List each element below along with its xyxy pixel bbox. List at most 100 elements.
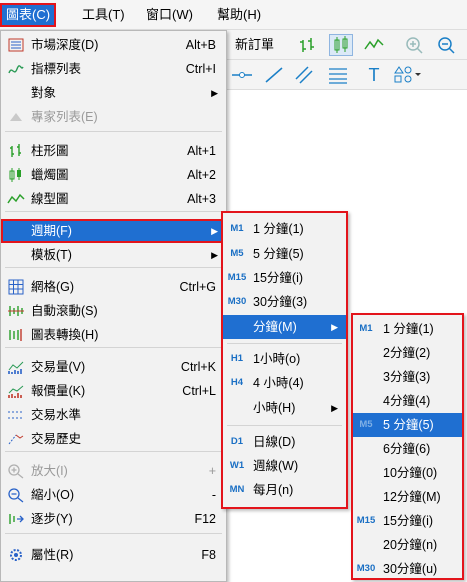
menu-item-label: 市場深度(D)	[31, 38, 99, 52]
menu-item-tick-volume[interactable]: 報價量(K) Ctrl+L	[1, 379, 226, 403]
menu-chart[interactable]: 圖表(C)	[0, 3, 57, 27]
minute-item-0[interactable]: M1 1 分鐘(1)	[353, 317, 462, 341]
period-item-w1[interactable]: W1 週線(W)	[223, 454, 346, 478]
menu-item-chart-shift[interactable]: 圖表轉換(H)	[1, 323, 226, 347]
period-item-h1[interactable]: H1 1小時(o)	[223, 347, 346, 371]
menu-item-indicators[interactable]: 指標列表 Ctrl+I	[1, 57, 226, 81]
minute-item-7[interactable]: 12分鐘(M)	[353, 485, 462, 509]
zoom-in-tool-icon[interactable]	[403, 34, 425, 56]
period-tag: M1	[230, 223, 244, 234]
menu-item-grid[interactable]: 網格(G) Ctrl+G	[1, 275, 226, 299]
menu-item-trade-history[interactable]: 交易歷史	[1, 427, 226, 451]
period-item-m5[interactable]: M5 5 分鐘(5)	[223, 242, 346, 266]
menu-item-bar-chart[interactable]: 柱形圖 Alt+1	[1, 139, 226, 163]
minute-item-label: 3分鐘(3)	[383, 370, 431, 384]
minute-item-2[interactable]: 3分鐘(3)	[353, 365, 462, 389]
menu-item-label: 蠟燭圖	[31, 168, 69, 182]
minute-item-8[interactable]: M15 15分鐘(i)	[353, 509, 462, 533]
line-chart-icon	[7, 191, 25, 207]
period-item-label: 1 分鐘(1)	[253, 222, 304, 236]
volume-icon	[7, 359, 25, 375]
trade-levels-icon	[7, 407, 25, 423]
period-item-mn[interactable]: MN 每月(n)	[223, 478, 346, 502]
menu-item-label: 放大(I)	[31, 464, 68, 478]
menu-item-item-7[interactable]: 週期(F) ▶	[1, 219, 226, 243]
period-tag: M15	[356, 515, 376, 526]
period-item-d1[interactable]: D1 日線(D)	[223, 430, 346, 454]
menu-item-label: 週期(F)	[31, 224, 72, 238]
menu-item-line-chart[interactable]: 線型圖 Alt+3	[1, 187, 226, 211]
minute-item-9[interactable]: 20分鐘(n)	[353, 533, 462, 557]
period-item-h4[interactable]: H4 4 小時(4)	[223, 371, 346, 395]
submenu-arrow-icon: ▶	[211, 88, 218, 98]
menu-item-zoom-in[interactable]: 放大(I) +	[1, 459, 226, 483]
channel-tool-icon[interactable]	[293, 64, 315, 86]
menu-help[interactable]: 幫助(H)	[213, 5, 265, 25]
menu-item-market-depth[interactable]: 市場深度(D) Alt+B	[1, 33, 226, 57]
period-item-label: 15分鐘(i)	[253, 271, 304, 285]
menu-item-properties[interactable]: 屬性(R) F8	[1, 543, 226, 567]
minute-item-3[interactable]: 4分鐘(4)	[353, 389, 462, 413]
shapes-tool-icon[interactable]	[393, 64, 423, 86]
period-tag: W1	[229, 460, 245, 471]
menu-item-item-2[interactable]: 對象 ▶	[1, 81, 226, 105]
period-item-m15[interactable]: M15 15分鐘(i)	[223, 266, 346, 290]
hline-tool-icon[interactable]	[231, 64, 253, 86]
menu-item-label: 交易水準	[31, 408, 82, 422]
candlestick-tool-icon[interactable]	[329, 34, 353, 56]
candlestick-icon	[7, 167, 25, 183]
submenu-arrow-icon: ▶	[331, 403, 338, 413]
menu-item-label: 交易量(V)	[31, 360, 86, 374]
minute-item-1[interactable]: 2分鐘(2)	[353, 341, 462, 365]
menu-item-label: 交易歷史	[31, 432, 82, 446]
menu-item-step[interactable]: 逐步(Y) F12	[1, 507, 226, 531]
period-item-sub-7[interactable]: 小時(H) ▶	[223, 396, 346, 420]
minute-item-label: 12分鐘(M)	[383, 490, 441, 504]
menu-item-autoscroll[interactable]: 自動滾動(S)	[1, 299, 226, 323]
period-item-sub-4[interactable]: 分鐘(M) ▶	[223, 315, 346, 339]
menu-separator	[5, 533, 222, 534]
menu-item-label: 線型圖	[31, 192, 69, 206]
menu-item-trade-levels[interactable]: 交易水準	[1, 403, 226, 427]
menu-item-item-8[interactable]: 模板(T) ▶	[1, 243, 226, 267]
menu-item-label: 專家列表(E)	[31, 110, 98, 124]
minute-item-10[interactable]: M30 30分鐘(u)	[353, 557, 462, 581]
zoom-out-tool-icon[interactable]	[435, 34, 457, 56]
menu-separator	[5, 347, 222, 348]
bar-chart-tool-icon[interactable]	[297, 34, 319, 56]
period-item-m1[interactable]: M1 1 分鐘(1)	[223, 217, 346, 241]
menu-item-shortcut: F8	[201, 548, 216, 562]
menu-item-shortcut: Alt+B	[185, 38, 216, 52]
submenu-arrow-icon: ▶	[211, 226, 218, 236]
menu-item-label: 對象	[31, 86, 57, 100]
menu-tools[interactable]: 工具(T)	[78, 5, 129, 25]
period-tag: M15	[227, 272, 247, 283]
trendline-tool-icon[interactable]	[263, 64, 285, 86]
menu-window[interactable]: 窗口(W)	[142, 5, 197, 25]
menu-item-volume[interactable]: 交易量(V) Ctrl+K	[1, 355, 226, 379]
period-tag: D1	[230, 436, 244, 447]
menu-item-label: 圖表轉換(H)	[31, 328, 99, 342]
step-icon	[7, 511, 25, 527]
fibonacci-tool-icon[interactable]	[327, 64, 349, 86]
line-chart-tool-icon[interactable]	[363, 34, 385, 56]
menu-item-experts[interactable]: 專家列表(E)	[1, 105, 226, 129]
minute-item-4[interactable]: M5 5 分鐘(5)	[353, 413, 462, 437]
period-item-m30[interactable]: M30 30分鐘(3)	[223, 290, 346, 314]
menu-item-candlestick[interactable]: 蠟燭圖 Alt+2	[1, 163, 226, 187]
menu-item-label: 報價量(K)	[31, 384, 86, 398]
menu-item-zoom-out[interactable]: 縮小(O) -	[1, 483, 226, 507]
minute-item-5[interactable]: 6分鐘(6)	[353, 437, 462, 461]
menu-separator	[5, 211, 222, 212]
new-order-button[interactable]: 新訂單	[235, 34, 274, 56]
minute-item-label: 2分鐘(2)	[383, 346, 431, 360]
bar-chart-icon	[7, 143, 25, 159]
period-item-label: 小時(H)	[253, 401, 296, 415]
minute-item-label: 10分鐘(0)	[383, 466, 438, 480]
menu-item-shortcut: Ctrl+G	[179, 280, 216, 294]
minute-item-6[interactable]: 10分鐘(0)	[353, 461, 462, 485]
experts-icon	[7, 109, 25, 125]
menu-item-shortcut: -	[211, 488, 216, 502]
text-tool-icon[interactable]: T	[363, 64, 385, 86]
period-item-label: 5 分鐘(5)	[253, 247, 304, 261]
